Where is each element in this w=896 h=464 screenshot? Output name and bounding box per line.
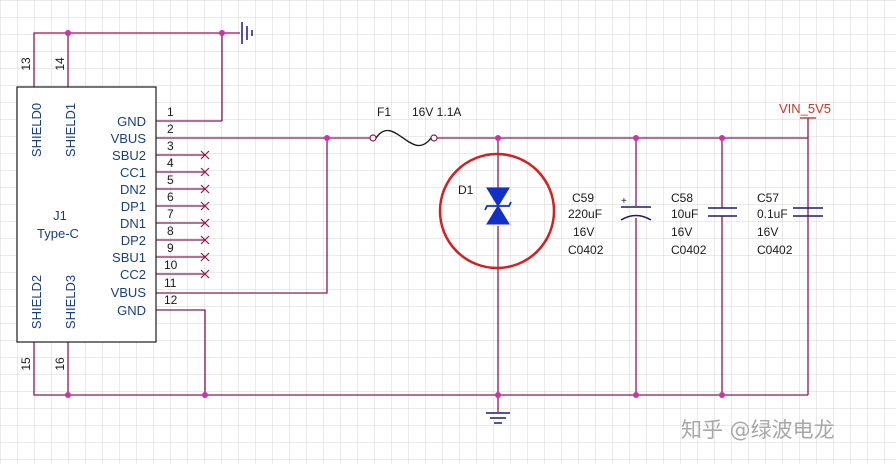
schematic-canvas: SHIELD0 SHIELD1 SHIELD2 SHIELD3 13 14 15… — [0, 0, 896, 464]
pin-name-1: GND — [117, 114, 146, 129]
net-label-vin: VIN_5V5 — [779, 101, 831, 116]
pin-name-3: SBU2 — [112, 148, 146, 163]
shield3-label: SHIELD3 — [63, 275, 78, 329]
c58-ref: C58 — [671, 191, 693, 205]
pin-name-8: DP2 — [121, 233, 146, 248]
schematic-svg: SHIELD0 SHIELD1 SHIELD2 SHIELD3 13 14 15… — [0, 0, 896, 464]
pin-num-1: 1 — [167, 105, 174, 119]
c59-voltage: 16V — [573, 225, 594, 239]
pin-name-6: DP1 — [121, 199, 146, 214]
pin-num-8: 8 — [167, 224, 174, 238]
c57-voltage: 16V — [757, 225, 778, 239]
shield-pin-16: 16 — [53, 357, 67, 371]
c59-polarity: + — [621, 196, 627, 207]
pin-name-12: GND — [117, 303, 146, 318]
connector-ref: J1 — [53, 208, 67, 223]
c57-package: C0402 — [757, 243, 793, 257]
pin-name-10: CC2 — [120, 267, 146, 282]
c59-package: C0402 — [568, 243, 604, 257]
pin-name-2: VBUS — [111, 131, 147, 146]
pin-num-5: 5 — [167, 173, 174, 187]
c57-value: 0.1uF — [757, 207, 788, 221]
c58-package: C0402 — [671, 243, 707, 257]
diode-ref: D1 — [458, 183, 474, 197]
pin-num-12: 12 — [164, 293, 178, 307]
pin-num-7: 7 — [167, 207, 174, 221]
pin-num-10: 10 — [164, 258, 178, 272]
connector-type: Type-C — [37, 226, 79, 241]
pin-num-2: 2 — [167, 122, 174, 136]
shield1-label: SHIELD1 — [63, 103, 78, 157]
pin-name-4: CC1 — [120, 165, 146, 180]
pin-num-9: 9 — [167, 241, 174, 255]
shield-pin-15: 15 — [19, 357, 33, 371]
pin-num-3: 3 — [167, 139, 174, 153]
fuse-ref: F1 — [377, 105, 391, 119]
pin-num-4: 4 — [167, 156, 174, 170]
pin-num-11: 11 — [164, 276, 177, 290]
pin-name-9: SBU1 — [112, 250, 146, 265]
pin-num-6: 6 — [167, 190, 174, 204]
pin-name-7: DN1 — [120, 216, 146, 231]
shield-pin-13: 13 — [19, 57, 33, 71]
c58-voltage: 16V — [671, 225, 692, 239]
shield-pin-14: 14 — [53, 57, 67, 71]
c57-ref: C57 — [757, 191, 779, 205]
watermark: 知乎 @绿波电龙 — [681, 418, 835, 442]
shield0-label: SHIELD0 — [29, 103, 44, 157]
pin-name-11: VBUS — [111, 285, 147, 300]
c59-value: 220uF — [568, 207, 602, 221]
c59-ref: C59 — [572, 191, 594, 205]
c58-value: 10uF — [671, 207, 698, 221]
fuse-value: 16V 1.1A — [412, 105, 461, 119]
pin-name-5: DN2 — [120, 182, 146, 197]
shield2-label: SHIELD2 — [29, 275, 44, 329]
